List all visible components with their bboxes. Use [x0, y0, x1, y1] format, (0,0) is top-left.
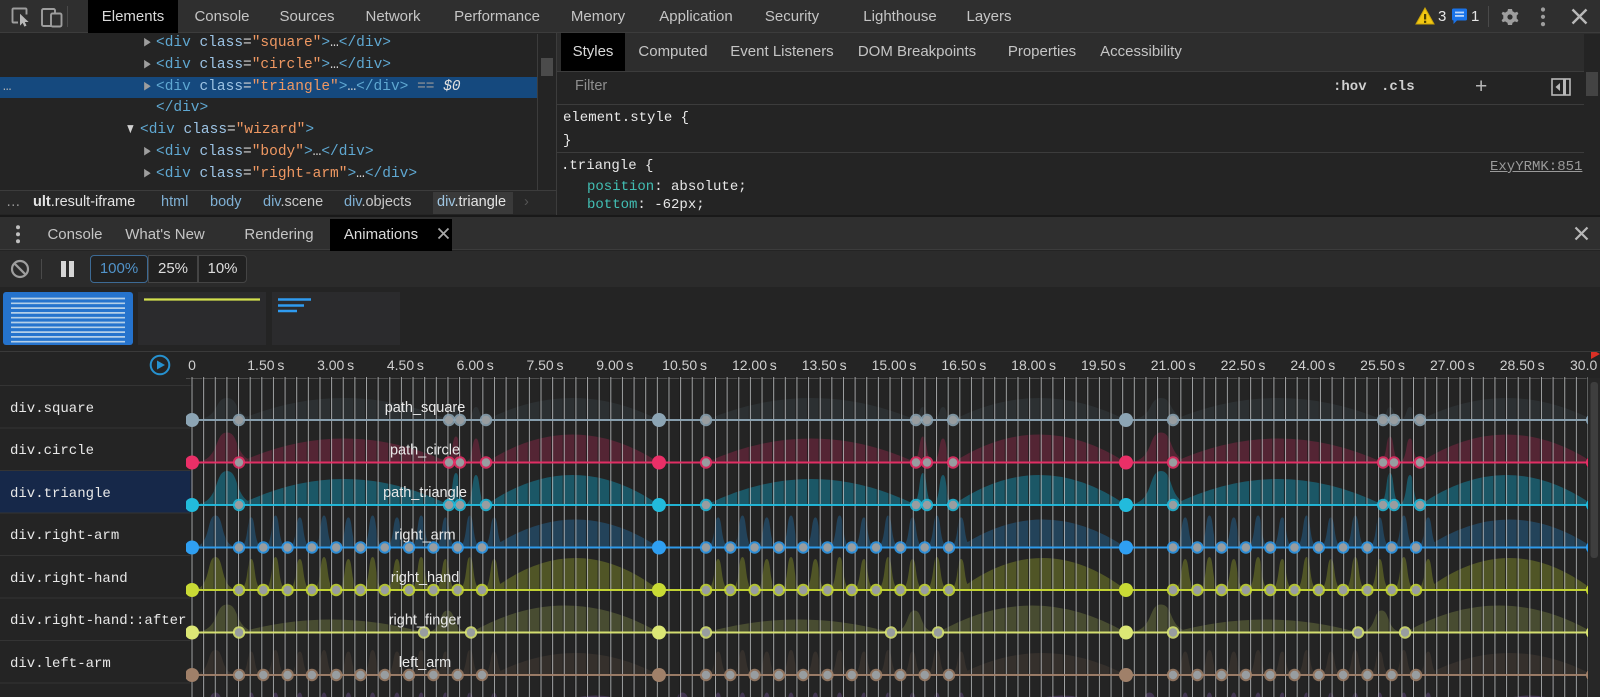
svg-text:div.triangle: div.triangle	[10, 486, 111, 502]
svg-text:div.right-hand: div.right-hand	[10, 571, 128, 587]
svg-text:12.00 s: 12.00 s	[732, 357, 777, 373]
svg-text:28.50 s: 28.50 s	[1500, 357, 1545, 373]
svg-text:25.50 s: 25.50 s	[1360, 357, 1405, 373]
svg-text:path_triangle: path_triangle	[383, 485, 467, 501]
svg-text:15.00 s: 15.00 s	[872, 357, 917, 373]
svg-text:div.square: div.square	[10, 401, 94, 417]
svg-text:right_hand: right_hand	[391, 570, 460, 586]
svg-text:16.50 s: 16.50 s	[941, 357, 986, 373]
svg-text:9.00 s: 9.00 s	[596, 357, 633, 373]
svg-text:18.00 s: 18.00 s	[1011, 357, 1056, 373]
svg-text:19.50 s: 19.50 s	[1081, 357, 1126, 373]
svg-text:right_arm: right_arm	[394, 528, 455, 544]
svg-text:27.00 s: 27.00 s	[1430, 357, 1475, 373]
svg-text:13.50 s: 13.50 s	[802, 357, 847, 373]
svg-text:21.00 s: 21.00 s	[1151, 357, 1196, 373]
svg-text:left_arm: left_arm	[399, 655, 451, 671]
svg-text:div.right-hand::after: div.right-hand::after	[10, 613, 186, 629]
svg-text:0: 0	[188, 357, 196, 373]
svg-text:div.left-arm: div.left-arm	[10, 656, 111, 672]
svg-text:path_square: path_square	[385, 400, 466, 416]
svg-text:24.00 s: 24.00 s	[1290, 357, 1335, 373]
svg-text:6.00 s: 6.00 s	[457, 357, 494, 373]
svg-text:3.00 s: 3.00 s	[317, 357, 354, 373]
svg-text:7.50 s: 7.50 s	[526, 357, 563, 373]
svg-text:22.50 s: 22.50 s	[1221, 357, 1266, 373]
svg-text:right_finger: right_finger	[389, 613, 462, 629]
svg-text:1.50 s: 1.50 s	[247, 357, 284, 373]
svg-text:10.50 s: 10.50 s	[662, 357, 707, 373]
svg-text:30.0: 30.0	[1570, 357, 1597, 373]
svg-text:4.50 s: 4.50 s	[387, 357, 424, 373]
svg-text:path_circle: path_circle	[390, 443, 460, 459]
svg-text:div.right-arm: div.right-arm	[10, 528, 119, 544]
svg-text:div.circle: div.circle	[10, 443, 94, 459]
